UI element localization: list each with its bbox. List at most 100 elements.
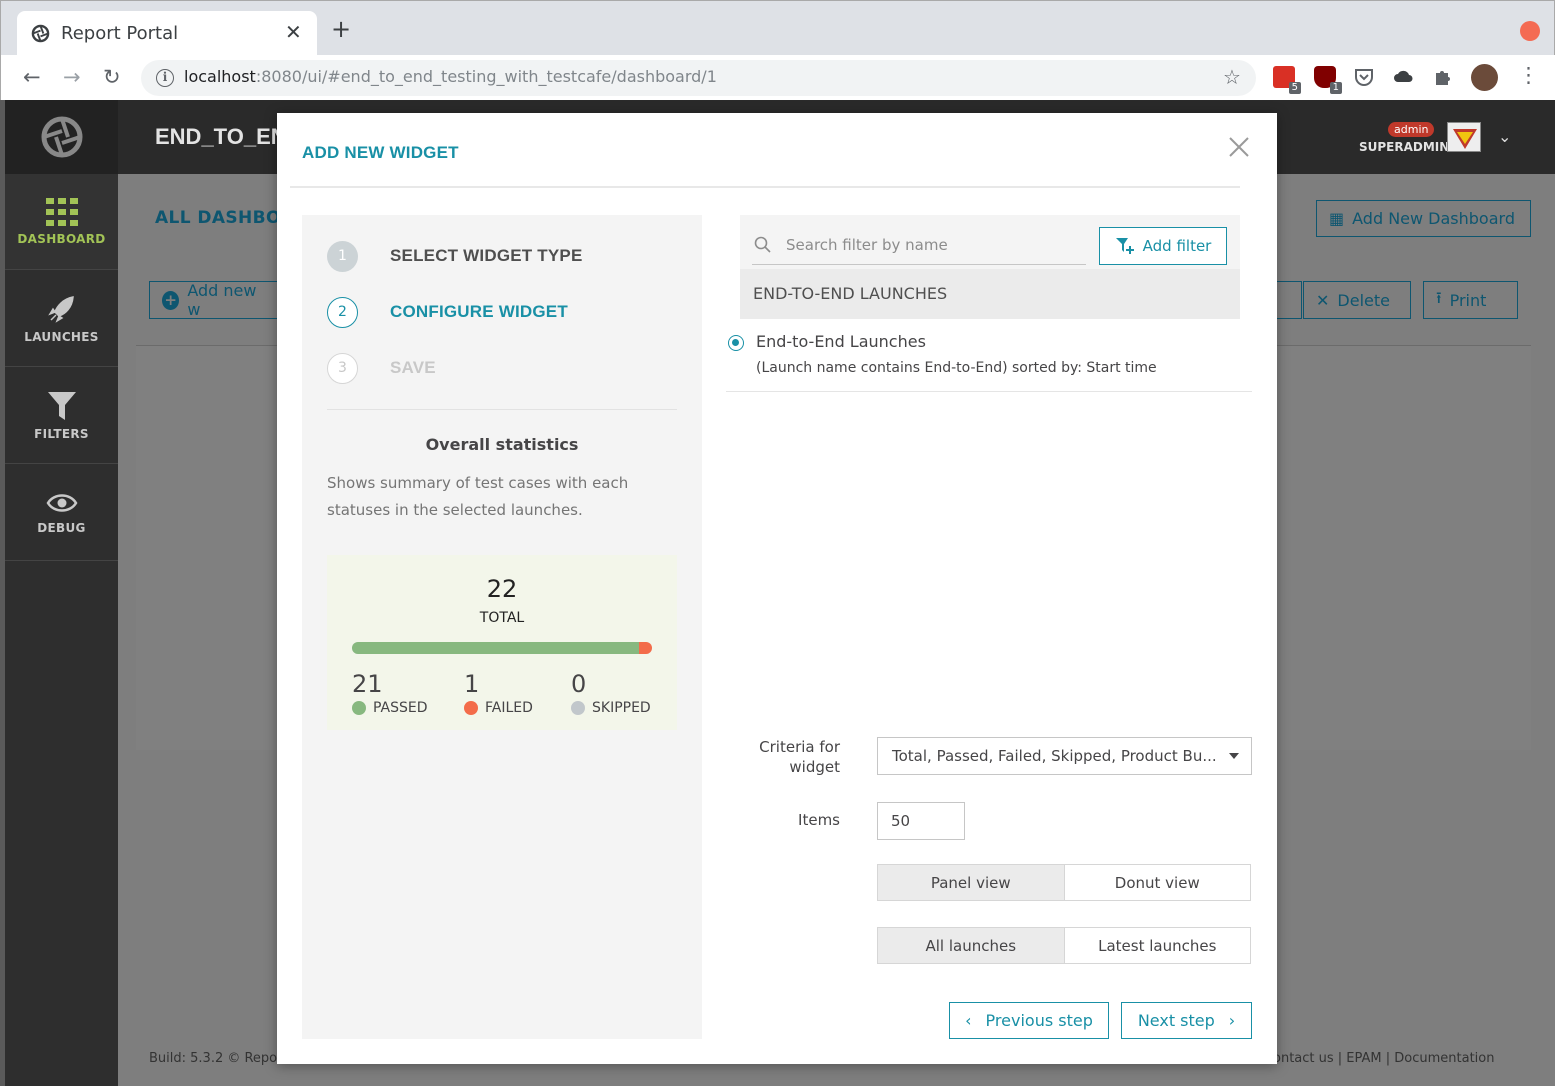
button-label: Next step xyxy=(1137,1011,1215,1030)
sidebar-item-label: DASHBOARD xyxy=(17,231,106,246)
browser-menu-icon[interactable]: ⋮ xyxy=(1518,63,1539,87)
sidebar-item-launches[interactable]: LAUNCHES xyxy=(5,271,118,367)
extension-badge: 5 xyxy=(1288,82,1301,94)
filters-header: Add filter END-TO-END LAUNCHES xyxy=(740,215,1240,319)
window-control-icon[interactable] xyxy=(1520,21,1540,41)
page-title[interactable]: ALL DASHBOA xyxy=(155,208,294,228)
widget-preview: 22 TOTAL 21 PASSED 1 FAILED 0 SKIPPED xyxy=(327,555,677,730)
sidebar-item-label: FILTERS xyxy=(34,426,89,441)
criteria-select[interactable]: Total, Passed, Failed, Skipped, Product … xyxy=(877,737,1252,775)
browser-toolbar: ← → ↻ i localhost:8080/ui/#end_to_end_te… xyxy=(1,55,1555,101)
preview-progress-bar xyxy=(352,642,652,654)
ublock-icon[interactable]: 1 xyxy=(1314,66,1342,94)
step-number: 2 xyxy=(327,296,358,328)
chevron-left-icon: ‹ xyxy=(965,1011,972,1030)
divider xyxy=(327,409,677,410)
close-icon[interactable] xyxy=(1227,135,1251,159)
failed-segment xyxy=(638,642,652,654)
previous-step-button[interactable]: ‹ Previous step xyxy=(949,1002,1109,1039)
role-badge: admin xyxy=(1388,122,1435,137)
next-step-button[interactable]: Next step › xyxy=(1121,1002,1252,1039)
wizard-sidebar: 1 SELECT WIDGET TYPE 2 CONFIGURE WIDGET … xyxy=(302,215,702,1039)
dropdown-arrow-icon xyxy=(1229,753,1239,759)
eye-icon xyxy=(46,493,77,512)
sidebar-item-dashboard[interactable]: DASHBOARD xyxy=(5,174,118,270)
widget-type-description: Shows summary of test cases with each st… xyxy=(327,474,629,519)
site-info-icon[interactable]: i xyxy=(156,69,174,87)
superman-avatar-icon xyxy=(1453,129,1477,149)
criteria-label-line: widget xyxy=(789,758,840,776)
step-save: 3 SAVE xyxy=(327,352,436,384)
search-input[interactable] xyxy=(786,233,1076,257)
plus-circle-icon: + xyxy=(162,290,180,310)
step-label: CONFIGURE WIDGET xyxy=(390,302,568,321)
chevron-right-icon: › xyxy=(1228,1011,1236,1030)
pocket-icon[interactable] xyxy=(1353,66,1375,88)
criteria-label-line: Criteria for xyxy=(759,738,840,756)
add-filter-button[interactable]: Add filter xyxy=(1099,227,1227,265)
preview-skipped: 0 SKIPPED xyxy=(571,670,651,716)
reportportal-favicon-icon xyxy=(31,24,50,43)
user-role: SUPERADMIN xyxy=(1359,140,1450,154)
print-button[interactable]: ⭱ Print xyxy=(1423,281,1518,319)
filter-group-header: END-TO-END LAUNCHES xyxy=(740,269,1240,319)
extension-badge: 1 xyxy=(1329,82,1342,94)
step-select-widget-type[interactable]: 1 SELECT WIDGET TYPE xyxy=(327,240,583,272)
criteria-label: Criteria for widget xyxy=(715,737,840,777)
address-bar[interactable]: i localhost:8080/ui/#end_to_end_testing_… xyxy=(141,60,1256,96)
button-label: Delete xyxy=(1337,290,1390,310)
new-tab-icon[interactable]: + xyxy=(331,17,351,41)
user-menu-chevron-icon[interactable]: ⌄ xyxy=(1498,127,1511,146)
all-launches-option[interactable]: All launches xyxy=(878,928,1064,963)
edit-button[interactable] xyxy=(1277,281,1302,319)
footer-links[interactable]: ontact us | EPAM | Documentation xyxy=(1273,1051,1494,1066)
passed-value: 21 xyxy=(352,670,383,698)
bookmark-star-icon[interactable]: ☆ xyxy=(1223,65,1241,89)
reload-icon[interactable]: ↻ xyxy=(103,65,121,89)
extension-todo-icon[interactable]: 5 xyxy=(1273,66,1301,94)
view-toggle: Panel view Donut view xyxy=(877,864,1251,901)
sidebar-item-filters[interactable]: FILTERS xyxy=(5,368,118,464)
app-logo[interactable] xyxy=(5,100,118,174)
items-input[interactable]: 50 xyxy=(877,802,965,840)
extensions-puzzle-icon[interactable] xyxy=(1432,66,1454,88)
preview-passed: 21 PASSED xyxy=(352,670,428,716)
url-text: localhost:8080/ui/#end_to_end_testing_wi… xyxy=(184,67,717,86)
modal-title: ADD NEW WIDGET xyxy=(302,143,459,162)
filter-item[interactable]: End-to-End Launches (Launch name contain… xyxy=(726,319,1252,392)
sidebar-item-label: LAUNCHES xyxy=(24,329,99,344)
step-configure-widget[interactable]: 2 CONFIGURE WIDGET xyxy=(327,296,568,328)
failed-value: 1 xyxy=(464,670,480,698)
rocket-icon xyxy=(47,295,74,323)
button-label: Previous step xyxy=(985,1011,1093,1030)
step-number: 3 xyxy=(327,352,358,384)
reportportal-logo-icon xyxy=(41,116,82,158)
browser-tab[interactable]: Report Portal ✕ xyxy=(17,11,317,55)
user-avatar[interactable] xyxy=(1447,122,1481,152)
passed-segment xyxy=(352,642,639,654)
panel-view-option[interactable]: Panel view xyxy=(878,865,1064,900)
grid-icon xyxy=(45,197,78,226)
profile-avatar[interactable] xyxy=(1471,64,1498,91)
tab-close-icon[interactable]: ✕ xyxy=(285,20,302,44)
add-new-widget-button[interactable]: + Add new w xyxy=(149,281,279,319)
filter-description: (Launch name contains End-to-End) sorted… xyxy=(756,360,1157,376)
sidebar-item-debug[interactable]: DEBUG xyxy=(5,465,118,561)
upload-icon: ⭱ xyxy=(1436,287,1442,307)
cloud-icon[interactable] xyxy=(1393,66,1415,88)
latest-launches-option[interactable]: Latest launches xyxy=(1063,928,1250,963)
delete-button[interactable]: ✕ Delete xyxy=(1303,281,1411,319)
filter-group-title: END-TO-END LAUNCHES xyxy=(753,284,948,303)
add-new-dashboard-button[interactable]: ▦ Add New Dashboard xyxy=(1316,200,1531,237)
button-label: Print xyxy=(1449,290,1487,310)
criteria-value: Total, Passed, Failed, Skipped, Product … xyxy=(892,747,1217,765)
widget-type-title: Overall statistics xyxy=(425,435,579,454)
radio-selected-icon[interactable] xyxy=(728,335,744,351)
donut-view-option[interactable]: Donut view xyxy=(1063,865,1250,900)
back-icon[interactable]: ← xyxy=(23,65,41,89)
browser-chrome: Report Portal ✕ + ← → ↻ i localhost:8080… xyxy=(0,0,1555,101)
add-dashboard-icon: ▦ xyxy=(1329,209,1345,228)
failed-label: FAILED xyxy=(485,700,533,716)
items-label: Items xyxy=(798,811,840,829)
forward-icon[interactable]: → xyxy=(63,65,81,89)
